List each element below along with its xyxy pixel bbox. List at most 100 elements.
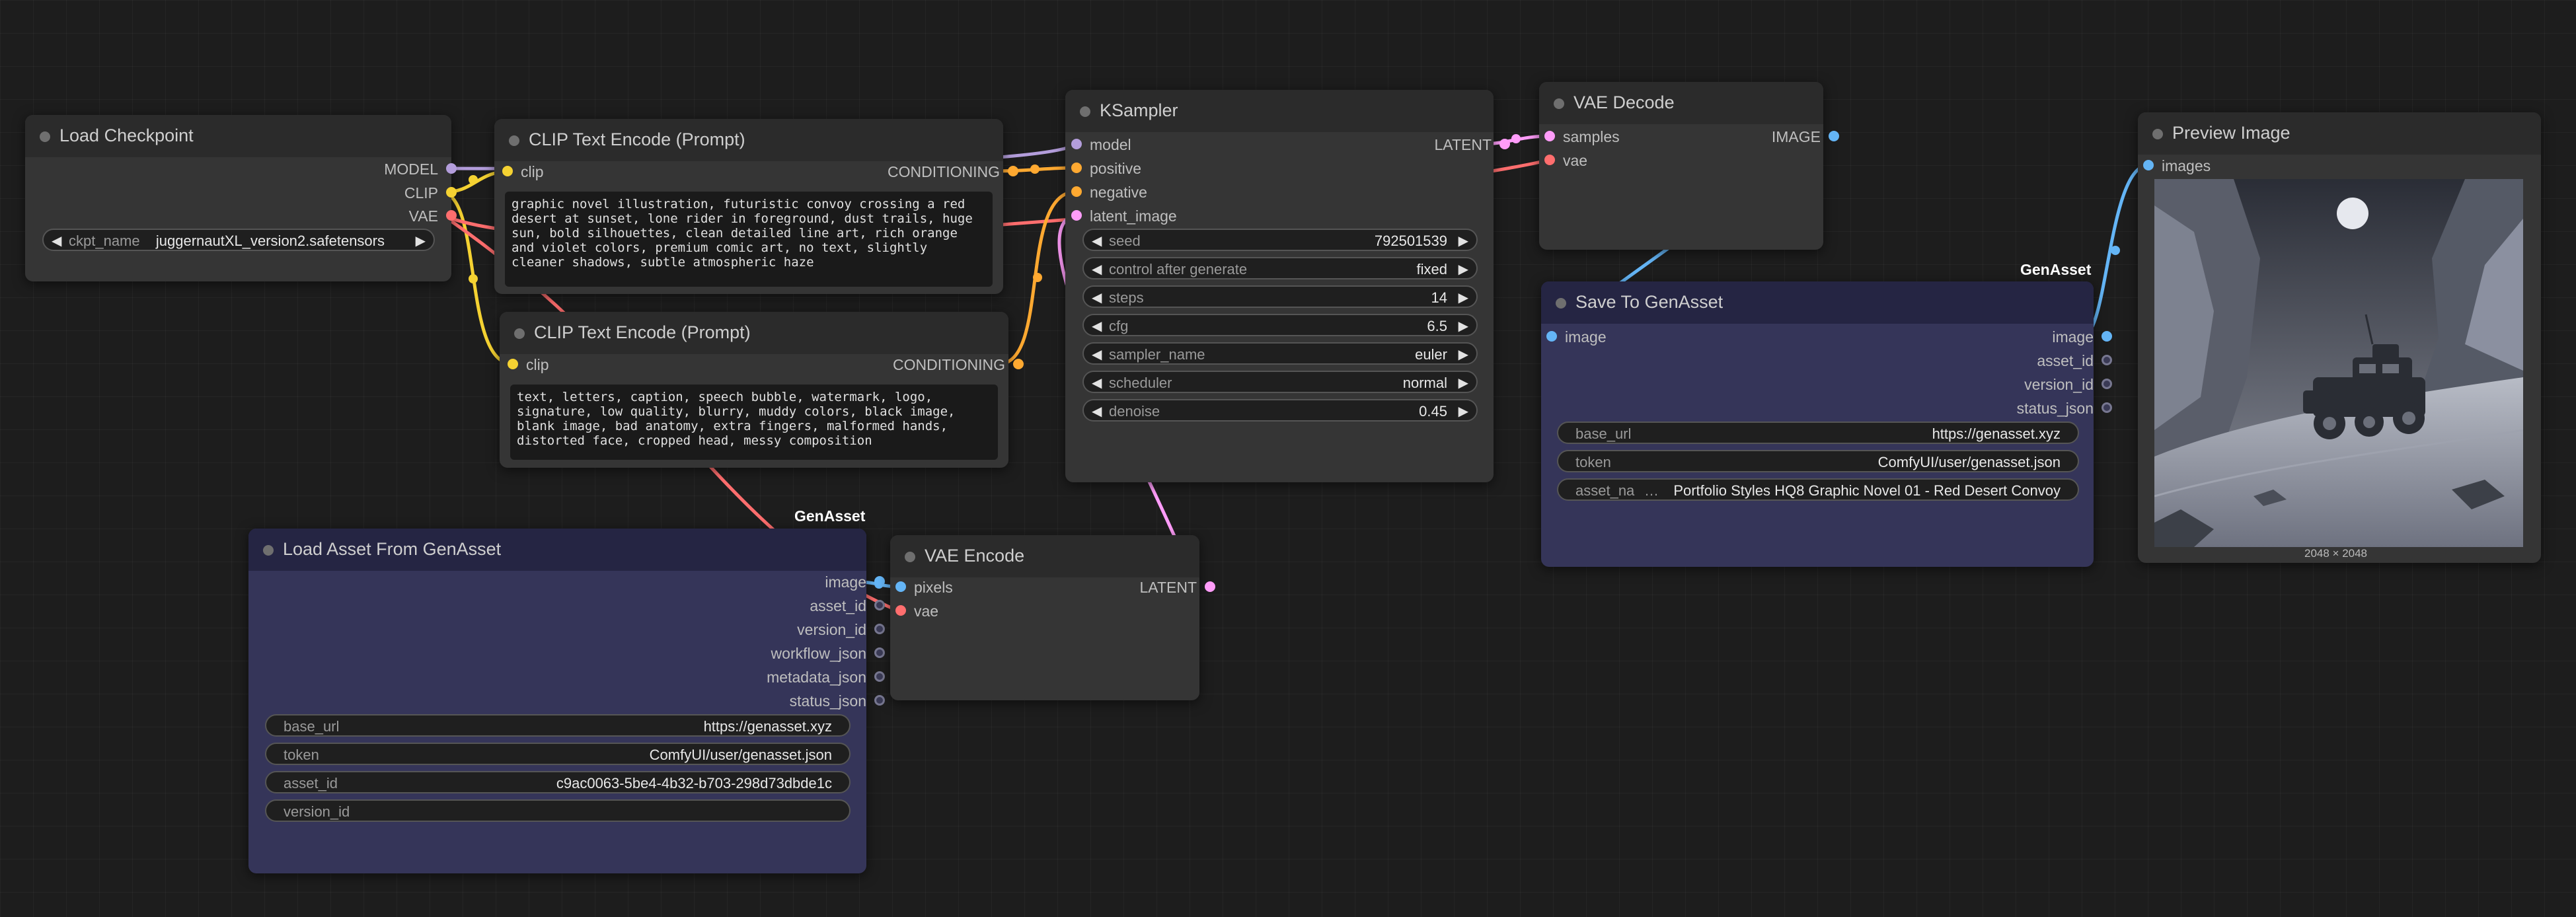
input-slot-vae[interactable]: vae xyxy=(1544,150,1682,170)
collapse-dot-icon[interactable] xyxy=(509,135,519,146)
slot-dot[interactable] xyxy=(1829,131,1839,141)
slot-dot[interactable] xyxy=(2102,402,2112,413)
save-to-genasset-node[interactable]: Save To GenAsset image image asset_id ve… xyxy=(1541,281,2112,567)
input-slot-pixels[interactable]: pixels xyxy=(895,577,1033,597)
arrow-right-icon[interactable]: ▶ xyxy=(1458,233,1468,249)
arrow-right-icon[interactable]: ▶ xyxy=(1458,375,1468,391)
clip-text-encode-positive-node[interactable]: CLIP Text Encode (Prompt) clip CONDITION… xyxy=(494,119,1018,294)
node-title-bar[interactable]: VAE Encode xyxy=(890,535,1199,577)
sampler-name-widget[interactable]: ◀ sampler_name euler ▶ xyxy=(1082,342,1478,365)
slot-dot[interactable] xyxy=(874,695,885,706)
slot-dot[interactable] xyxy=(895,605,906,616)
input-slot-images[interactable]: images xyxy=(2143,155,2281,175)
output-slot-vae[interactable]: VAE xyxy=(253,205,457,225)
slot-dot[interactable] xyxy=(895,581,906,592)
arrow-right-icon[interactable]: ▶ xyxy=(416,233,426,249)
steps-widget[interactable]: ◀ steps 14 ▶ xyxy=(1082,285,1478,308)
arrow-left-icon[interactable]: ◀ xyxy=(1092,233,1102,249)
slot-dot[interactable] xyxy=(1071,186,1082,197)
token-field[interactable]: token ComfyUI/user/genasset.json xyxy=(265,743,851,765)
output-slot-status-json[interactable]: status_json xyxy=(681,690,885,710)
node-title-bar[interactable]: Load Checkpoint xyxy=(25,115,451,157)
slot-dot[interactable] xyxy=(874,647,885,658)
node-title-bar[interactable]: Load Asset From GenAsset xyxy=(248,529,866,571)
slot-dot[interactable] xyxy=(1071,139,1082,149)
slot-dot[interactable] xyxy=(2143,160,2154,170)
input-slot-vae[interactable]: vae xyxy=(895,601,1033,620)
arrow-right-icon[interactable]: ▶ xyxy=(1458,289,1468,306)
collapse-dot-icon[interactable] xyxy=(1554,98,1564,109)
collapse-dot-icon[interactable] xyxy=(40,131,50,142)
input-slot-latent-image[interactable]: latent_image xyxy=(1071,205,1242,225)
input-slot-negative[interactable]: negative xyxy=(1071,182,1242,202)
arrow-left-icon[interactable]: ◀ xyxy=(1092,403,1102,420)
slot-dot[interactable] xyxy=(1013,359,1024,369)
slot-dot[interactable] xyxy=(1071,210,1082,221)
slot-dot[interactable] xyxy=(2102,331,2112,342)
input-slot-clip[interactable]: clip xyxy=(502,161,640,181)
arrow-left-icon[interactable]: ◀ xyxy=(52,233,61,249)
slot-dot[interactable] xyxy=(1544,155,1555,165)
node-title-bar[interactable]: CLIP Text Encode (Prompt) xyxy=(494,119,1003,161)
asset-id-field[interactable]: asset_id c9ac0063-5be4-4b32-b703-298d73d… xyxy=(265,771,851,793)
output-slot-image[interactable]: IMAGE xyxy=(1702,126,1839,146)
arrow-right-icon[interactable]: ▶ xyxy=(1458,261,1468,277)
slot-dot[interactable] xyxy=(874,671,885,682)
slot-dot[interactable] xyxy=(1546,331,1557,342)
collapse-dot-icon[interactable] xyxy=(514,328,525,339)
output-slot-clip[interactable]: CLIP xyxy=(253,182,457,202)
slot-dot[interactable] xyxy=(446,187,457,198)
output-slot-metadata-json[interactable]: metadata_json xyxy=(681,667,885,686)
arrow-right-icon[interactable]: ▶ xyxy=(1458,318,1468,334)
arrow-right-icon[interactable]: ▶ xyxy=(1458,346,1468,363)
slot-dot[interactable] xyxy=(1499,139,1510,149)
node-title-bar[interactable]: KSampler xyxy=(1065,90,1494,132)
token-field[interactable]: token ComfyUI/user/genasset.json xyxy=(1557,450,2079,472)
node-title-bar[interactable]: Preview Image xyxy=(2138,112,2541,155)
slot-dot[interactable] xyxy=(1008,166,1018,176)
output-slot-conditioning[interactable]: CONDITIONING xyxy=(815,161,1018,181)
slot-dot[interactable] xyxy=(874,624,885,634)
node-title-bar[interactable]: CLIP Text Encode (Prompt) xyxy=(500,312,1008,354)
node-title-bar[interactable]: VAE Decode xyxy=(1539,82,1823,124)
prompt-textarea[interactable]: graphic novel illustration, futuristic c… xyxy=(505,192,993,287)
output-slot-image[interactable]: image xyxy=(1942,326,2112,346)
collapse-dot-icon[interactable] xyxy=(2152,129,2163,139)
clip-text-encode-negative-node[interactable]: CLIP Text Encode (Prompt) clip CONDITION… xyxy=(500,312,1024,468)
collapse-dot-icon[interactable] xyxy=(263,545,274,556)
cfg-widget[interactable]: ◀ cfg 6.5 ▶ xyxy=(1082,314,1478,336)
version-id-field[interactable]: version_id xyxy=(265,799,851,822)
slot-dot[interactable] xyxy=(1544,131,1555,141)
output-slot-image[interactable]: image xyxy=(681,571,885,591)
output-slot-workflow-json[interactable]: workflow_json xyxy=(681,643,885,663)
input-slot-samples[interactable]: samples xyxy=(1544,126,1682,146)
prompt-textarea[interactable]: text, letters, caption, speech bubble, w… xyxy=(510,385,998,460)
collapse-dot-icon[interactable] xyxy=(1556,298,1566,309)
arrow-left-icon[interactable]: ◀ xyxy=(1092,346,1102,363)
slot-dot[interactable] xyxy=(2102,355,2112,365)
scheduler-widget[interactable]: ◀ scheduler normal ▶ xyxy=(1082,371,1478,393)
arrow-left-icon[interactable]: ◀ xyxy=(1092,289,1102,306)
denoise-widget[interactable]: ◀ denoise 0.45 ▶ xyxy=(1082,399,1478,422)
control-after-generate-widget[interactable]: ◀ control after generate fixed ▶ xyxy=(1082,257,1478,279)
seed-widget[interactable]: ◀ seed 792501539 ▶ xyxy=(1082,229,1478,251)
arrow-left-icon[interactable]: ◀ xyxy=(1092,375,1102,391)
base-url-field[interactable]: base_url https://genasset.xyz xyxy=(265,714,851,737)
ksampler-node[interactable]: KSampler model positive negative latent_… xyxy=(1065,90,1510,482)
slot-dot[interactable] xyxy=(502,166,513,176)
output-slot-version-id[interactable]: version_id xyxy=(681,619,885,639)
output-slot-status-json[interactable]: status_json xyxy=(1942,398,2112,418)
slot-dot[interactable] xyxy=(2102,379,2112,389)
input-slot-image[interactable]: image xyxy=(1546,326,1684,346)
asset-name-field[interactable]: asset_na … Portfolio Styles HQ8 Graphic … xyxy=(1557,478,2079,501)
collapse-dot-icon[interactable] xyxy=(905,552,915,562)
base-url-field[interactable]: base_url https://genasset.xyz xyxy=(1557,422,2079,444)
load-asset-from-genasset-node[interactable]: Load Asset From GenAsset image asset_id … xyxy=(248,529,885,873)
slot-dot[interactable] xyxy=(446,163,457,174)
preview-image-node[interactable]: Preview Image images 2048 × 2048 xyxy=(2138,112,2541,563)
output-slot-latent[interactable]: LATENT xyxy=(1340,134,1510,154)
vae-encode-node[interactable]: VAE Encode pixels vae LATENT xyxy=(890,535,1215,700)
ckpt-name-combo[interactable]: ◀ ckpt_name juggernautXL_version2.safete… xyxy=(42,229,435,251)
input-slot-model[interactable]: model xyxy=(1071,134,1242,154)
output-slot-version-id[interactable]: version_id xyxy=(1942,374,2112,394)
